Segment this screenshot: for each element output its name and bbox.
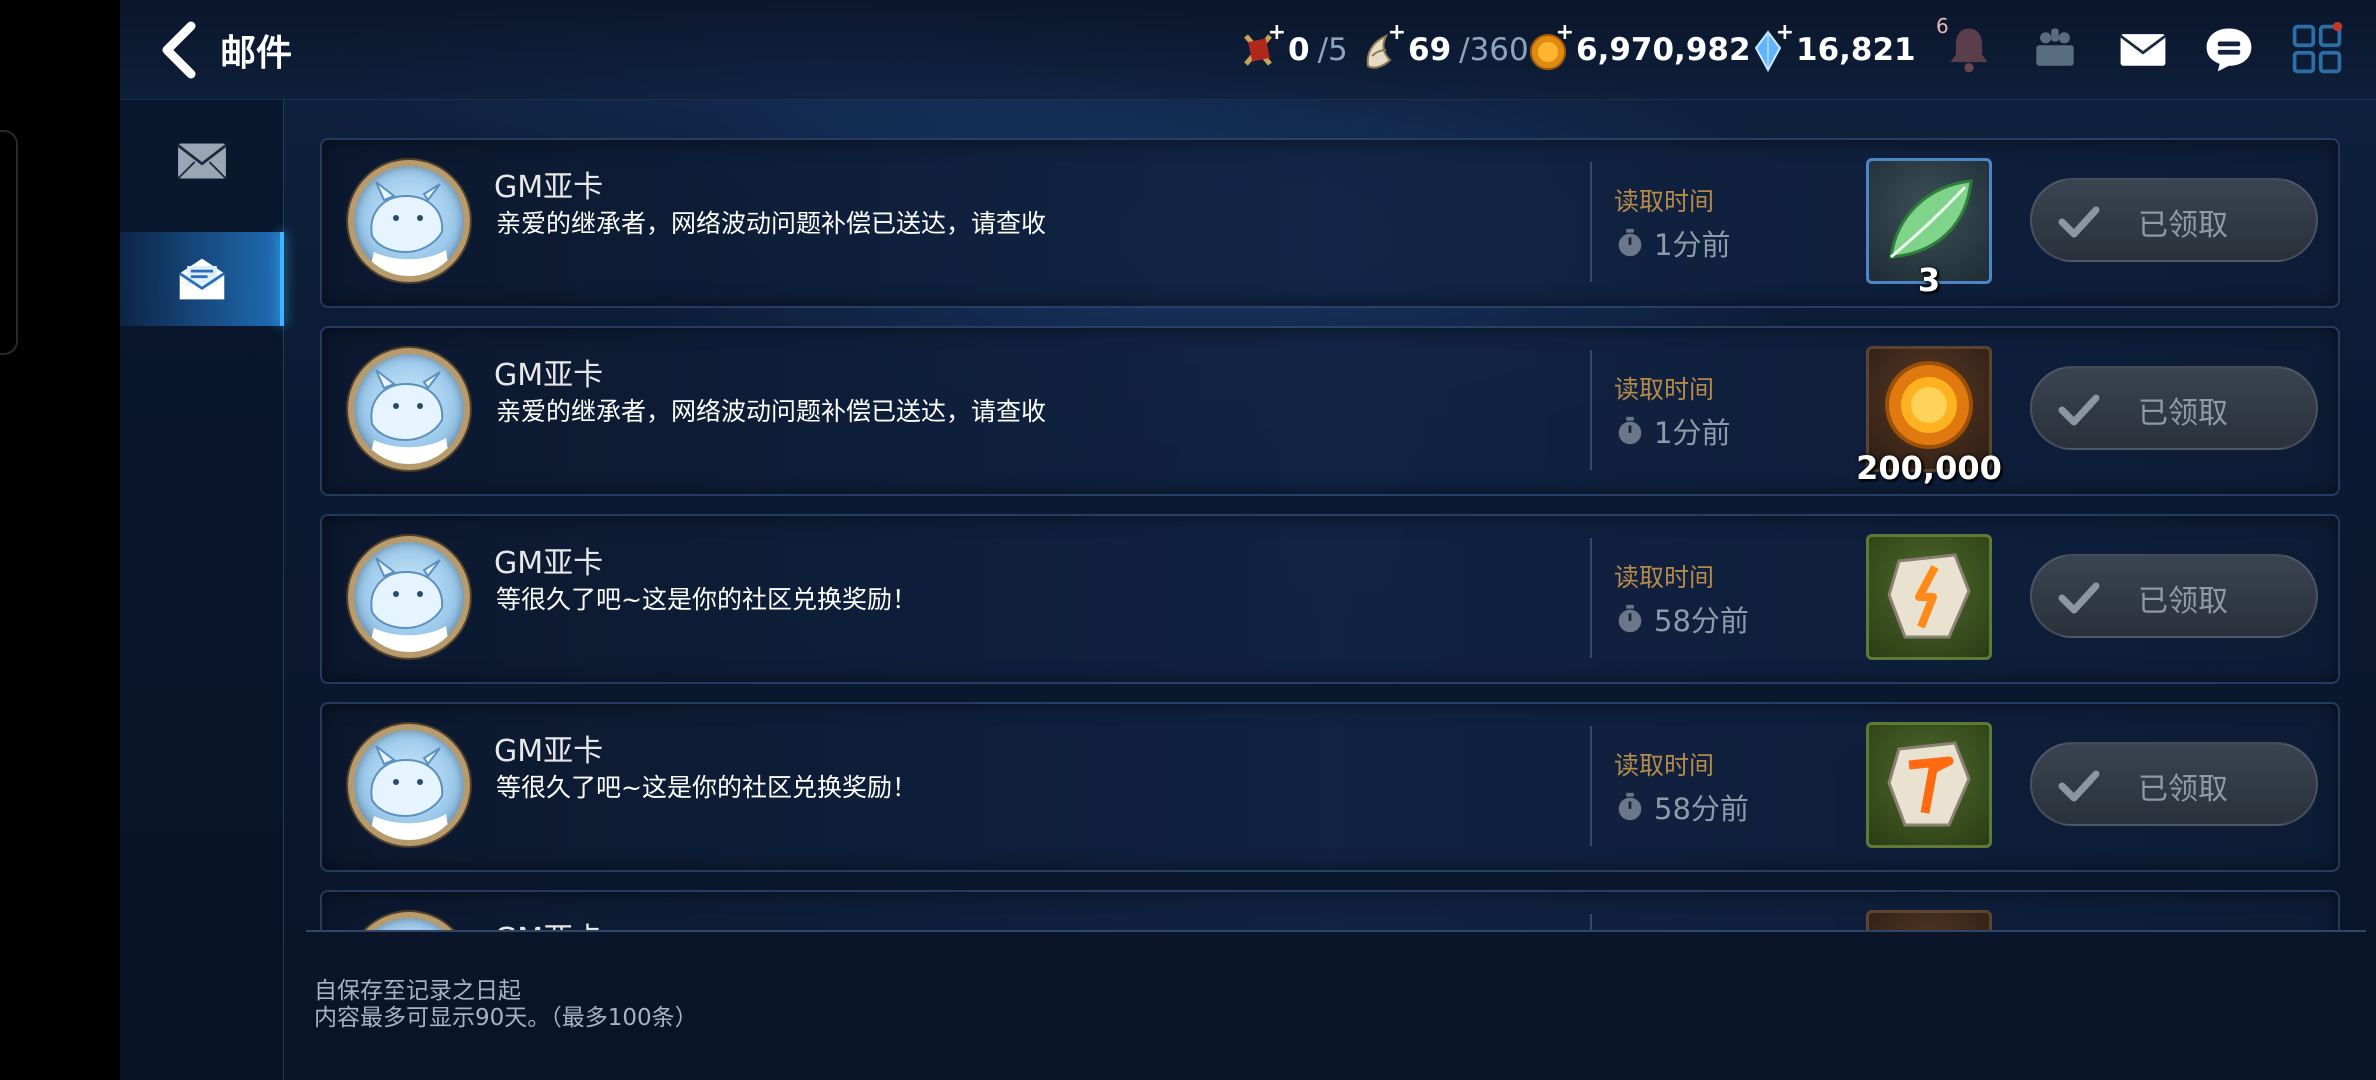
claimed-button[interactable]: 已领取 (2030, 742, 2318, 826)
guild-icon (2036, 28, 2074, 66)
mail-sender: GM亚卡 (494, 914, 603, 930)
horn-icon: + (1360, 20, 1406, 74)
gold-coin-icon: + (1528, 20, 1574, 74)
read-time-label: 读取时间 (1614, 375, 1715, 404)
guild-button[interactable] (2024, 18, 2086, 80)
read-time: 1分前 (1614, 410, 1730, 452)
read-time-label: 读取时间 (1614, 187, 1715, 216)
claimed-label: 已领取 (2138, 584, 2228, 619)
notification-count: 6 (1936, 14, 1949, 38)
mail-button[interactable] (2112, 18, 2174, 80)
menu-button[interactable] (2286, 18, 2348, 80)
mail-list[interactable]: GM亚卡 亲爱的继承者，网络波动问题补偿已送达，请查收 读取时间 1分前 3 已… (320, 132, 2344, 930)
device-bezel (0, 0, 120, 1080)
back-button[interactable] (150, 18, 210, 82)
tab-inbox[interactable] (120, 114, 284, 208)
read-time: 1分前 (1614, 222, 1730, 264)
mail-sender: GM亚卡 (494, 546, 604, 581)
sword-flag-icon: + (1240, 20, 1286, 74)
read-time: 58分前 (1614, 598, 1749, 640)
gm-avatar (348, 348, 470, 470)
claimed-label: 已领取 (2138, 772, 2228, 807)
divider (1590, 350, 1592, 470)
mail-item[interactable]: GM亚卡 亲爱的继承者，网络波动问题补偿已送达，请查收 读取时间 1分前 3 已… (320, 138, 2340, 308)
check-icon (2058, 206, 2100, 238)
gm-avatar (348, 536, 470, 658)
mail-sender: GM亚卡 (494, 170, 604, 205)
grid-menu-icon (2292, 21, 2343, 74)
gm-avatar (348, 724, 470, 846)
mail-message: 等很久了吧~这是你的社区兑换奖励！ (496, 773, 917, 802)
item-count: 3 (1917, 261, 1941, 299)
rune-stone-icon (1887, 553, 1971, 639)
check-icon (2058, 582, 2100, 614)
mail-screen: 邮件 + 0/5 + 69/360 + 6,970,982 + 16,821 6… (120, 0, 2376, 1080)
reward-item[interactable] (1866, 534, 1992, 660)
chat-bubble-icon (2206, 28, 2252, 72)
check-icon (2058, 770, 2100, 802)
reward-item[interactable] (1866, 910, 1992, 930)
claimed-label: 已领取 (2138, 396, 2228, 431)
stopwatch-icon (1618, 604, 1642, 633)
mail-item[interactable]: GM亚卡 等很久了吧~这是你的社区兑换奖励！ 读取时间 58分前 已领取 (320, 702, 2340, 872)
read-time-label: 读取时间 (1614, 751, 1715, 780)
claimed-label: 已领取 (2138, 208, 2228, 243)
claimed-button[interactable]: 已领取 (2030, 554, 2318, 638)
mail-message: 亲爱的继承者，网络波动问题补偿已送达，请查收 (496, 209, 1047, 238)
read-time: 58分前 (1614, 786, 1749, 828)
mail-sidebar (120, 100, 284, 1080)
list-bottom-divider (306, 930, 2366, 932)
gm-avatar (348, 160, 470, 282)
notification-button[interactable]: 6 (1936, 14, 2000, 80)
mail-sender: GM亚卡 (494, 734, 604, 769)
resource-energy[interactable]: + 69/360 (1360, 20, 1529, 76)
blue-crystal-icon: + (1748, 20, 1794, 74)
chevron-left-icon (162, 21, 196, 79)
divider (1590, 538, 1592, 658)
mail-item[interactable]: GM亚卡 (320, 890, 2340, 930)
resource-gold[interactable]: + 6,970,982 (1528, 20, 1751, 76)
item-count: 200,000 (1856, 449, 2002, 487)
storage-notice: 自保存至记录之日起 内容最多可显示90天。（最多100条） (314, 978, 698, 1031)
chat-button[interactable] (2198, 18, 2260, 80)
mail-message: 亲爱的继承者，网络波动问题补偿已送达，请查收 (496, 397, 1047, 426)
envelope-icon (177, 143, 227, 180)
claimed-button[interactable]: 已领取 (2030, 178, 2318, 262)
gm-avatar (348, 912, 470, 930)
mail-item[interactable]: GM亚卡 亲爱的继承者，网络波动问题补偿已送达，请查收 读取时间 1分前 200… (320, 326, 2340, 496)
stopwatch-icon (1618, 416, 1642, 445)
check-icon (2058, 394, 2100, 426)
mail-sender: GM亚卡 (494, 358, 604, 393)
resource-stamina[interactable]: + 0/5 (1240, 20, 1348, 76)
mail-message: 等很久了吧~这是你的社区兑换奖励！ (496, 585, 917, 614)
bell-icon (1950, 28, 1988, 73)
tab-opened-mail[interactable] (120, 232, 284, 326)
reward-item[interactable]: 3 (1866, 158, 1992, 299)
edge-handle[interactable] (0, 130, 18, 355)
claimed-button[interactable]: 已领取 (2030, 366, 2318, 450)
resource-crystal[interactable]: + 16,821 (1748, 20, 1916, 76)
divider (1590, 726, 1592, 846)
read-time-label: 读取时间 (1614, 563, 1715, 592)
page-title: 邮件 (220, 33, 293, 74)
reward-item[interactable] (1866, 722, 1992, 848)
mail-item[interactable]: GM亚卡 等很久了吧~这是你的社区兑换奖励！ 读取时间 58分前 已领取 (320, 514, 2340, 684)
stopwatch-icon (1618, 228, 1642, 257)
rune-stone-icon (1887, 741, 1971, 827)
divider (1590, 162, 1592, 282)
open-envelope-icon (178, 258, 226, 300)
reward-item[interactable]: 200,000 (1856, 346, 2002, 487)
envelope-icon (2119, 34, 2167, 66)
stopwatch-icon (1618, 792, 1642, 821)
divider (1590, 914, 1592, 930)
top-bar: 邮件 + 0/5 + 69/360 + 6,970,982 + 16,821 6 (120, 0, 2376, 100)
